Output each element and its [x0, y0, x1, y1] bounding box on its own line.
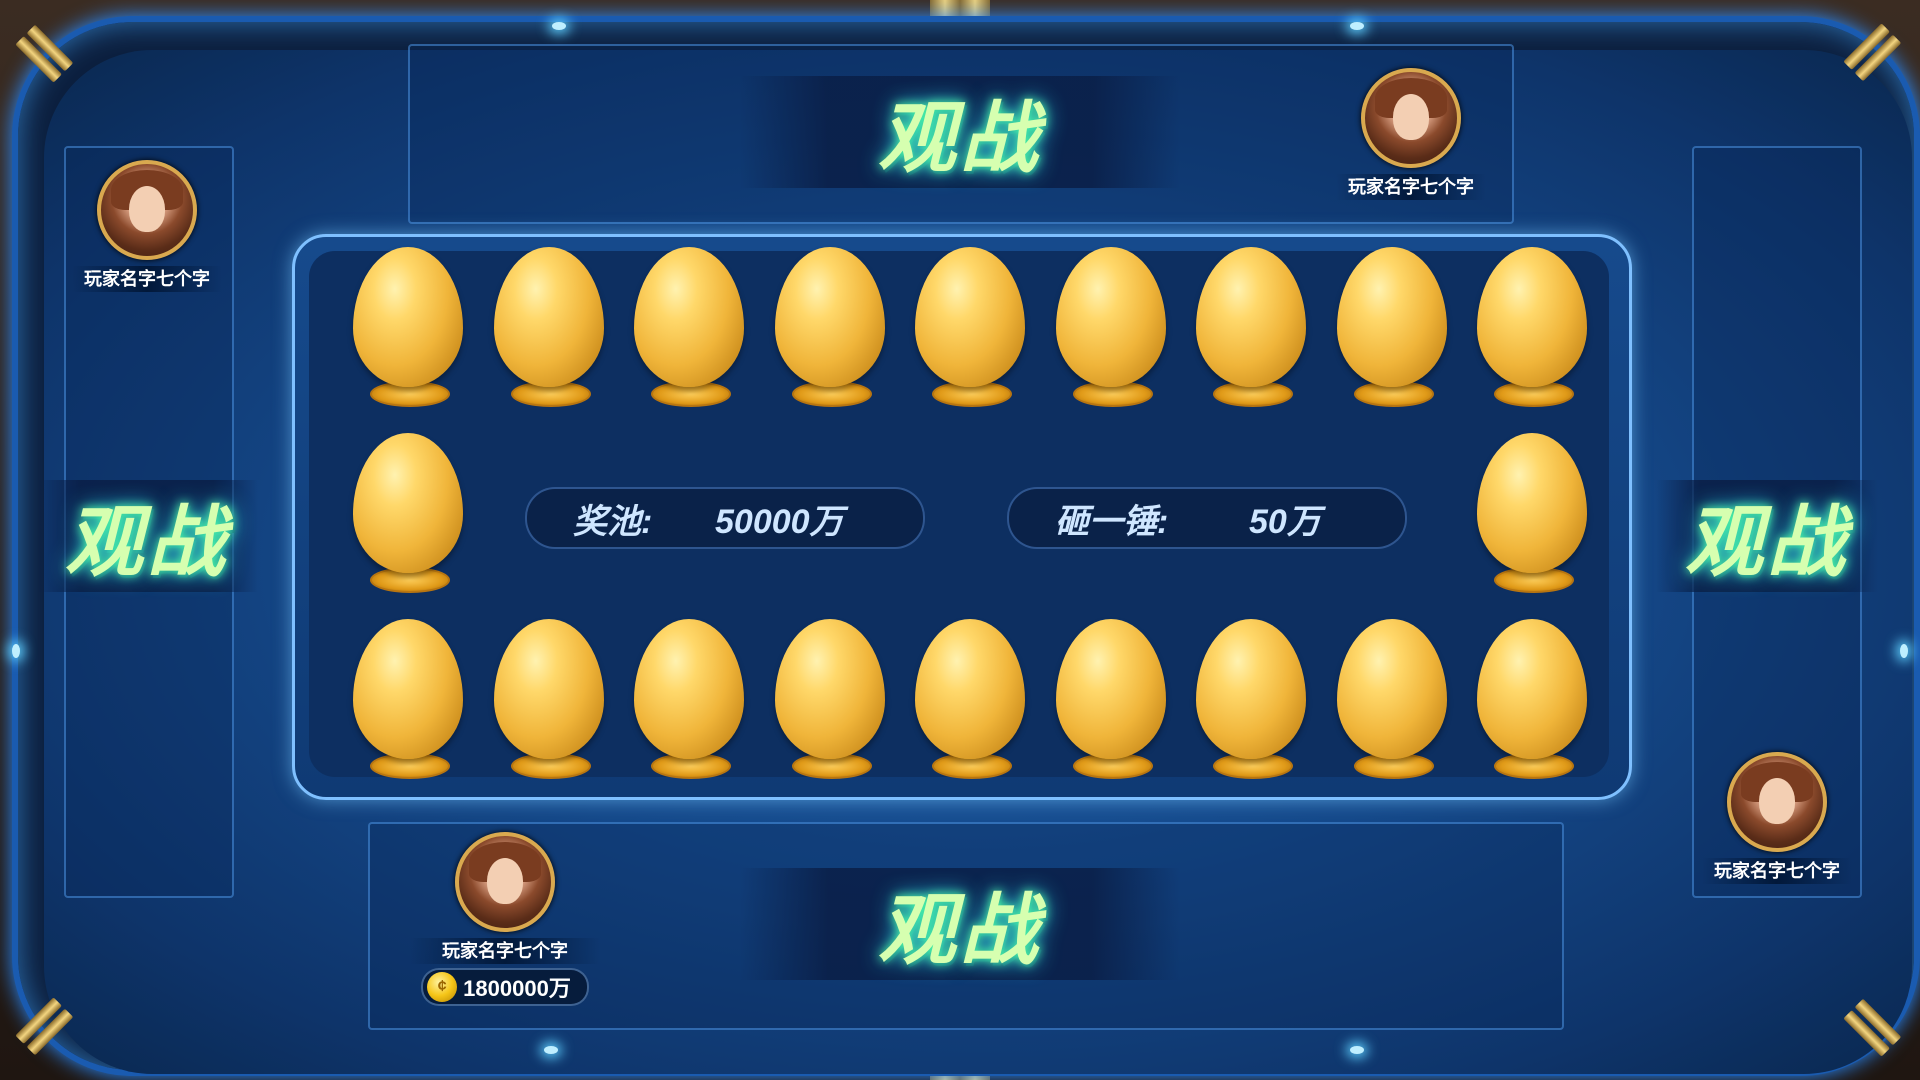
- egg-shell: [915, 247, 1025, 387]
- player-bottom[interactable]: 玩家名字七个字 ¢ 1800000万: [410, 832, 600, 1006]
- player-left[interactable]: 玩家名字七个字: [72, 160, 222, 292]
- golden-egg[interactable]: [353, 619, 463, 787]
- player-name: 玩家名字七个字: [1702, 858, 1852, 884]
- player-name: 玩家名字七个字: [410, 938, 600, 964]
- player-right[interactable]: 玩家名字七个字: [1702, 752, 1852, 884]
- egg-shell: [634, 619, 744, 759]
- egg-shell: [353, 247, 463, 387]
- coin-balance: ¢ 1800000万: [421, 968, 589, 1006]
- egg-board: 奖池: 50000万 砸一锤: 50万: [292, 234, 1632, 800]
- egg-shell: [1055, 619, 1166, 759]
- egg-shell: [1477, 433, 1587, 573]
- spectate-button-right[interactable]: 观战: [1656, 480, 1878, 592]
- egg-shell: [1196, 619, 1306, 759]
- egg-shell: [634, 247, 744, 387]
- golden-egg[interactable]: [1477, 433, 1587, 601]
- golden-egg[interactable]: [774, 619, 885, 787]
- egg-shell: [1477, 247, 1587, 387]
- spectate-button-bottom[interactable]: 观战: [740, 868, 1180, 980]
- glow-light: [1350, 1046, 1364, 1054]
- golden-egg[interactable]: [634, 619, 744, 787]
- golden-egg[interactable]: [915, 619, 1025, 787]
- spectate-button-top[interactable]: 观战: [740, 76, 1180, 188]
- gold-coin-icon: ¢: [427, 972, 458, 1002]
- avatar[interactable]: [455, 832, 555, 932]
- golden-egg[interactable]: [1336, 619, 1447, 787]
- glow-light: [544, 1046, 558, 1054]
- avatar[interactable]: [1361, 68, 1461, 168]
- player-name: 玩家名字七个字: [1336, 174, 1486, 200]
- glow-light: [1350, 22, 1364, 30]
- golden-egg[interactable]: [493, 619, 604, 787]
- glow-light: [1900, 644, 1908, 658]
- golden-egg[interactable]: [353, 433, 463, 601]
- golden-egg[interactable]: [353, 247, 463, 415]
- golden-egg[interactable]: [1055, 247, 1166, 415]
- egg-shell: [493, 619, 604, 759]
- coin-value: 1800000万: [463, 976, 571, 1001]
- egg-shell: [1055, 247, 1166, 387]
- egg-shell: [1477, 619, 1587, 759]
- prize-pool-label: 奖池:: [573, 502, 653, 541]
- prize-pool-display: 奖池: 50000万: [525, 487, 925, 549]
- per-smash-display: 砸一锤: 50万: [1007, 487, 1407, 549]
- golden-egg[interactable]: [1336, 247, 1447, 415]
- golden-egg[interactable]: [493, 247, 604, 415]
- golden-egg[interactable]: [1196, 619, 1306, 787]
- egg-shell: [1196, 247, 1306, 387]
- egg-shell: [1336, 247, 1447, 387]
- egg-shell: [1336, 619, 1447, 759]
- egg-shell: [353, 433, 463, 573]
- golden-egg[interactable]: [1055, 619, 1166, 787]
- egg-shell: [915, 619, 1025, 759]
- golden-egg[interactable]: [634, 247, 744, 415]
- golden-egg[interactable]: [1477, 619, 1587, 787]
- player-name: 玩家名字七个字: [72, 266, 222, 292]
- player-top-right[interactable]: 玩家名字七个字: [1336, 68, 1486, 200]
- egg-shell: [774, 247, 885, 387]
- avatar[interactable]: [1727, 752, 1827, 852]
- egg-shell: [353, 619, 463, 759]
- golden-egg[interactable]: [915, 247, 1025, 415]
- prize-pool-value: 50000万: [715, 502, 844, 541]
- golden-egg[interactable]: [774, 247, 885, 415]
- egg-shell: [774, 619, 885, 759]
- glow-light: [552, 22, 566, 30]
- golden-egg[interactable]: [1477, 247, 1587, 415]
- per-smash-label: 砸一锤:: [1055, 502, 1169, 541]
- glow-light: [12, 644, 20, 658]
- spectate-button-left[interactable]: 观战: [36, 480, 258, 592]
- golden-egg[interactable]: [1196, 247, 1306, 415]
- per-smash-value: 50万: [1249, 502, 1321, 541]
- avatar[interactable]: [97, 160, 197, 260]
- egg-shell: [493, 247, 604, 387]
